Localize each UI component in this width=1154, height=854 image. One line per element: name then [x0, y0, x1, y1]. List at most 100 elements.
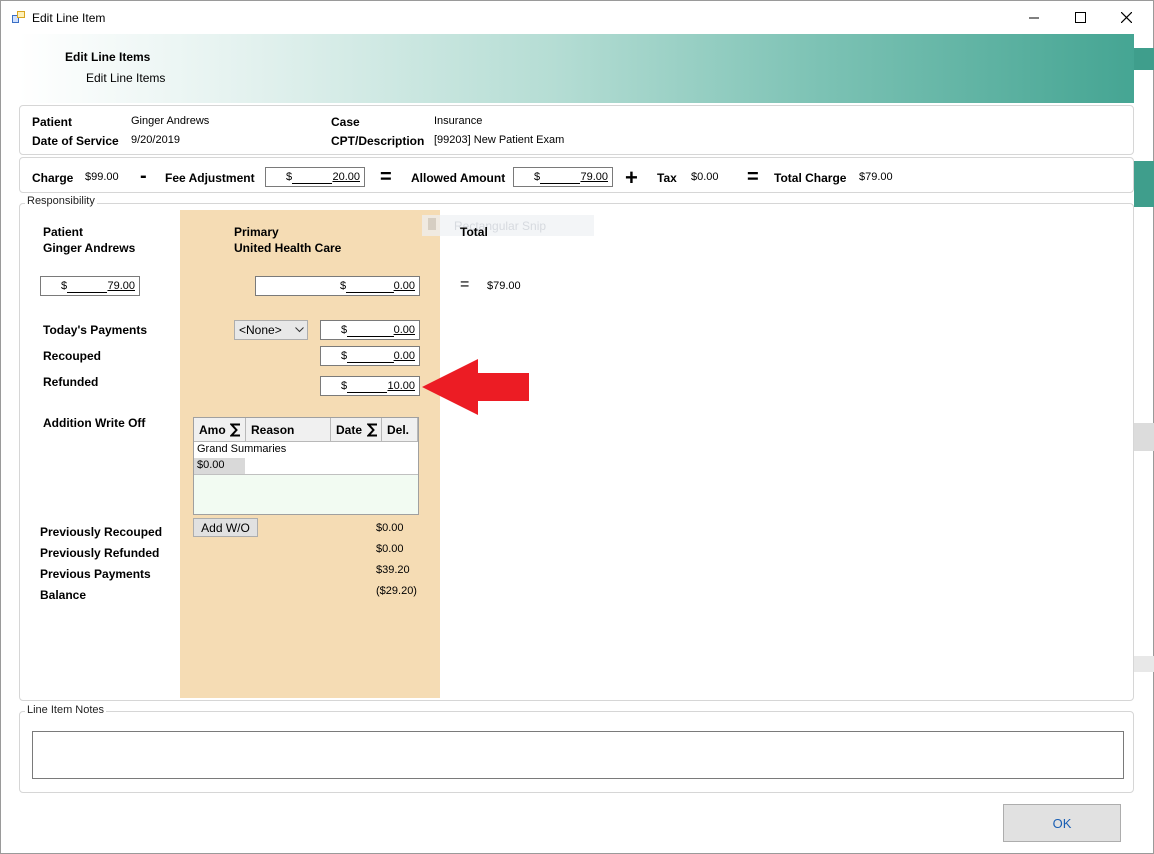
field-underline: [346, 280, 394, 293]
allowed-amount-input[interactable]: $ 79.00: [513, 167, 613, 187]
grid-summary-amount: $0.00: [197, 459, 225, 471]
previously-recouped-value: $0.00: [376, 522, 404, 534]
charge-panel: Charge $99.00 - Fee Adjustment $ 20.00 =…: [19, 157, 1134, 193]
banner-subtitle: Edit Line Items: [86, 71, 166, 85]
recouped-label: Recouped: [43, 349, 102, 363]
balance-value: ($29.20): [376, 585, 417, 597]
payment-method-dropdown[interactable]: <None>: [234, 320, 308, 340]
edit-line-item-window: Edit Line Item Edit Line Items Edit Line…: [0, 0, 1154, 854]
refunded-input[interactable]: $ 10.00: [320, 376, 420, 396]
maximize-icon: [1074, 12, 1086, 23]
date-of-service-value: 9/20/2019: [131, 134, 180, 146]
grid-header-amount[interactable]: Amo: [194, 418, 246, 442]
minus-operator: -: [140, 165, 147, 187]
background-window-sliver: [1134, 656, 1154, 672]
grid-header-delete[interactable]: Del.: [382, 418, 418, 442]
addition-write-off-label: Addition Write Off: [43, 416, 146, 430]
todays-payments-input[interactable]: $ 0.00: [320, 320, 420, 340]
patient-value: Ginger Andrews: [131, 115, 210, 127]
grid-summary-label: Grand Summaries: [197, 443, 287, 455]
primary-responsibility-value: 0.00: [393, 280, 415, 292]
write-off-grid[interactable]: Amo Reason Date Del. Grand Summaries $0.…: [193, 417, 419, 515]
field-underline: [67, 280, 108, 293]
primary-responsibility-input[interactable]: $ 0.00: [255, 276, 420, 296]
previous-payments-label: Previous Payments: [40, 567, 151, 581]
close-button[interactable]: [1103, 1, 1149, 34]
add-write-off-button[interactable]: Add W/O: [193, 518, 258, 537]
primary-column-name: United Health Care: [234, 241, 342, 255]
refunded-value: 10.00: [387, 380, 415, 392]
total-charge-value: $79.00: [859, 171, 893, 183]
total-charge-label: Total Charge: [774, 171, 847, 185]
snip-icon: [428, 218, 436, 230]
primary-column-header: Primary: [234, 225, 279, 239]
minimize-button[interactable]: [1011, 1, 1057, 34]
refunded-label: Refunded: [43, 375, 99, 389]
fee-adjustment-value: 20.00: [332, 171, 360, 183]
grid-header-reason[interactable]: Reason: [246, 418, 331, 442]
case-value: Insurance: [434, 115, 483, 127]
recouped-input[interactable]: $ 0.00: [320, 346, 420, 366]
maximize-button[interactable]: [1057, 1, 1103, 34]
date-of-service-label: Date of Service: [32, 134, 119, 148]
grid-summary-row: Grand Summaries: [194, 442, 418, 459]
allowed-amount-value: 79.00: [580, 171, 608, 183]
patient-responsibility-value: 79.00: [107, 280, 135, 292]
grid-summary-values-row: $0.00: [194, 458, 418, 475]
ok-button[interactable]: OK: [1003, 804, 1121, 842]
patient-column-name: Ginger Andrews: [43, 241, 136, 255]
sigma-icon[interactable]: [230, 423, 241, 437]
equals-operator: =: [747, 166, 759, 188]
close-icon: [1120, 12, 1132, 23]
recouped-value: 0.00: [393, 350, 415, 362]
grid-header-amount-label: Amo: [199, 422, 226, 437]
header-banner: Edit Line Items Edit Line Items: [19, 34, 1134, 103]
charge-label: Charge: [32, 171, 74, 185]
line-item-info-panel: Patient Ginger Andrews Date of Service 9…: [19, 105, 1134, 155]
sigma-icon[interactable]: [367, 423, 378, 437]
fee-adjustment-input[interactable]: $ 20.00: [265, 167, 365, 187]
chevron-down-icon: [295, 327, 304, 333]
previous-payments-value: $39.20: [376, 564, 410, 576]
fee-adjustment-label: Fee Adjustment: [165, 171, 255, 185]
plus-operator: +: [625, 165, 638, 190]
field-underline: [347, 324, 394, 337]
todays-payments-value: 0.00: [393, 324, 415, 336]
grid-header-delete-label: Del.: [387, 422, 410, 437]
tax-value: $0.00: [691, 171, 719, 183]
total-column-header: Total: [460, 225, 488, 239]
grid-header-date-label: Date: [336, 422, 363, 437]
field-underline: [292, 171, 333, 184]
previously-refunded-label: Previously Refunded: [40, 546, 160, 560]
title-bar: Edit Line Item: [1, 1, 1153, 34]
field-underline: [540, 171, 581, 184]
line-item-notes-input[interactable]: [32, 731, 1124, 779]
grid-header-date[interactable]: Date: [331, 418, 382, 442]
charge-value: $99.00: [85, 171, 119, 183]
window-title: Edit Line Item: [32, 11, 106, 25]
balance-label: Balance: [40, 588, 87, 602]
cpt-description-value: [99203] New Patient Exam: [434, 134, 565, 146]
background-window-sliver: [1134, 161, 1154, 207]
red-arrow-annotation: [422, 359, 529, 415]
tax-label: Tax: [657, 171, 677, 185]
responsibility-group-label: Responsibility: [25, 195, 97, 207]
patient-column-header: Patient: [43, 225, 84, 239]
app-icon: [12, 11, 25, 23]
case-label: Case: [331, 115, 360, 129]
patient-responsibility-input[interactable]: $ 79.00: [40, 276, 140, 296]
allowed-amount-label: Allowed Amount: [411, 171, 506, 185]
field-underline: [347, 350, 394, 363]
field-underline: [347, 380, 388, 393]
rectangular-snip-overlay: Rectangular Snip: [422, 215, 594, 236]
line-item-notes-label: Line Item Notes: [25, 704, 107, 716]
todays-payments-label: Today's Payments: [43, 323, 148, 337]
minimize-icon: [1028, 17, 1039, 19]
background-window-sliver: [1134, 423, 1154, 451]
equals-operator: =: [380, 166, 392, 188]
banner-title: Edit Line Items: [65, 50, 151, 64]
equals-operator: =: [460, 276, 470, 293]
patient-label: Patient: [32, 115, 73, 129]
grid-header-reason-label: Reason: [251, 422, 295, 437]
background-window-sliver: [1134, 48, 1154, 70]
